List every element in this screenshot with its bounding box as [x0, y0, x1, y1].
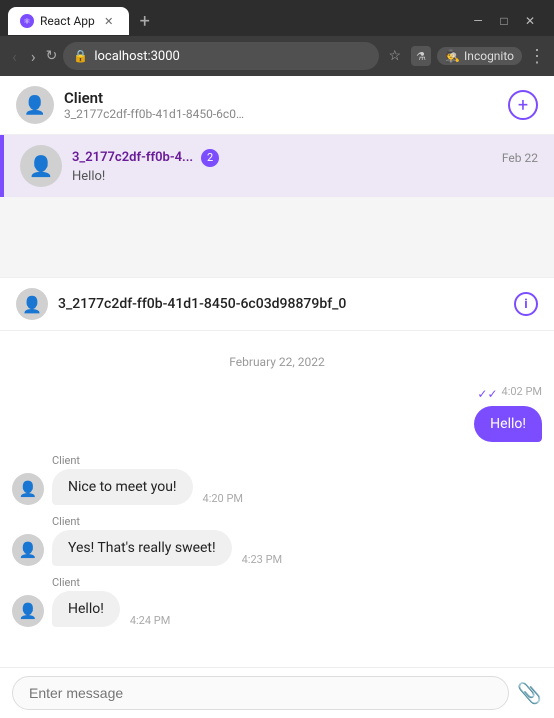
- chat-input-area: 📎: [0, 667, 554, 718]
- maximize-button[interactable]: □: [492, 9, 516, 33]
- chat-avatar-icon: 👤: [22, 295, 42, 314]
- chat-header-title: 3_2177c2df-ff0b-41d1-8450-6c03d98879bf_0: [58, 296, 514, 312]
- incognito-badge: 🕵 Incognito: [437, 47, 522, 65]
- conv-avatar-icon: 👤: [29, 154, 54, 178]
- lock-icon: 🔒: [73, 49, 88, 63]
- address-bar: ‹ › ↻ 🔒 localhost:3000 ☆ ⚗ 🕵 Incognito ⋮: [0, 36, 554, 76]
- conversation-badge: 2: [201, 149, 219, 167]
- url-port: 3000: [151, 49, 180, 64]
- browser-menu-button[interactable]: ⋮: [528, 46, 546, 67]
- date-divider: February 22, 2022: [12, 355, 542, 369]
- app-content: 👤 Client 3_2177c2df-ff0b-41d1-8450-6c03d…: [0, 76, 554, 718]
- chat-header: 👤 3_2177c2df-ff0b-41d1-8450-6c03d98879bf…: [0, 278, 554, 331]
- browser-chrome: ⚛ React App ✕ + — □ ✕ ‹ › ↻ 🔒 localhost:…: [0, 0, 554, 76]
- incoming-block-1: Client Nice to meet you! 4:20 PM: [52, 454, 243, 505]
- attachment-button[interactable]: 📎: [517, 681, 542, 705]
- incognito-label: Incognito: [464, 49, 514, 63]
- incoming-sender-3: Client: [52, 576, 170, 589]
- conversation-info: 3_2177c2df-ff0b-4... 2 Feb 22 Hello!: [72, 149, 538, 184]
- message-input[interactable]: [12, 676, 509, 710]
- ext-icon-1[interactable]: ⚗: [411, 46, 431, 66]
- incoming-avatar-2: 👤: [12, 534, 44, 566]
- url-text: localhost:3000: [94, 49, 180, 64]
- refresh-button[interactable]: ↻: [46, 48, 58, 64]
- sidebar-header: 👤 Client 3_2177c2df-ff0b-41d1-8450-6c03d…: [0, 76, 554, 135]
- outgoing-time: 4:02 PM: [502, 385, 542, 398]
- url-bar[interactable]: 🔒 localhost:3000: [63, 42, 378, 70]
- incoming-avatar-icon-1: 👤: [19, 480, 38, 498]
- tab-title: React App: [40, 14, 95, 28]
- sidebar-header-title: Client: [64, 89, 508, 107]
- tab-bar: ⚛ React App ✕ + — □ ✕: [0, 0, 554, 36]
- read-receipt-icon: ✓✓: [477, 387, 497, 401]
- conversation-top: 3_2177c2df-ff0b-4... 2 Feb 22: [72, 149, 538, 167]
- info-button[interactable]: i: [514, 292, 538, 316]
- avatar-icon: 👤: [24, 95, 46, 116]
- message-incoming-3: 👤 Client Hello! 4:24 PM: [12, 576, 542, 627]
- incoming-bubble-3: Hello!: [52, 591, 120, 627]
- incoming-time-1: 4:20 PM: [203, 492, 243, 505]
- conversation-item[interactable]: 👤 3_2177c2df-ff0b-4... 2 Feb 22 Hello!: [0, 135, 554, 197]
- minimize-button[interactable]: —: [466, 9, 490, 33]
- conversation-date: Feb 22: [502, 151, 538, 165]
- sidebar-header-info: Client 3_2177c2df-ff0b-41d1-8450-6c03d..…: [64, 89, 508, 121]
- message-incoming-2: 👤 Client Yes! That's really sweet! 4:23 …: [12, 515, 542, 566]
- divider-space: [0, 197, 554, 277]
- chat-header-avatar: 👤: [16, 288, 48, 320]
- incoming-avatar-icon-2: 👤: [19, 541, 38, 559]
- incoming-row-2: Yes! That's really sweet! 4:23 PM: [52, 530, 282, 566]
- tab-favicon: ⚛: [20, 14, 34, 28]
- conversation-list: 👤 3_2177c2df-ff0b-4... 2 Feb 22 Hello!: [0, 135, 554, 197]
- bookmark-icon[interactable]: ☆: [389, 48, 402, 64]
- window-controls: — □ ✕: [466, 9, 546, 33]
- new-chat-button[interactable]: +: [508, 90, 538, 120]
- incoming-avatar-icon-3: 👤: [19, 602, 38, 620]
- message-incoming-1: 👤 Client Nice to meet you! 4:20 PM: [12, 454, 542, 505]
- chat-messages: February 22, 2022 ✓✓ 4:02 PM Hello! 👤 Cl…: [0, 331, 554, 667]
- tab-close-button[interactable]: ✕: [101, 13, 117, 29]
- incoming-sender-1: Client: [52, 454, 243, 467]
- incognito-icon: 🕵: [445, 49, 460, 63]
- incoming-block-2: Client Yes! That's really sweet! 4:23 PM: [52, 515, 282, 566]
- incoming-block-3: Client Hello! 4:24 PM: [52, 576, 170, 627]
- incoming-avatar-1: 👤: [12, 473, 44, 505]
- chat-area: 👤 3_2177c2df-ff0b-41d1-8450-6c03d98879bf…: [0, 277, 554, 718]
- conversation-preview: Hello!: [72, 169, 538, 184]
- incoming-bubble-1: Nice to meet you!: [52, 469, 193, 505]
- incoming-time-2: 4:23 PM: [242, 553, 282, 566]
- sidebar-header-avatar: 👤: [16, 86, 54, 124]
- extension-icons: ⚗: [411, 46, 431, 66]
- forward-button[interactable]: ›: [27, 45, 40, 68]
- conversation-name: 3_2177c2df-ff0b-4...: [72, 150, 193, 165]
- sidebar-header-subtitle: 3_2177c2df-ff0b-41d1-8450-6c03d...: [64, 107, 244, 121]
- incoming-sender-2: Client: [52, 515, 282, 528]
- incoming-bubble-2: Yes! That's really sweet!: [52, 530, 232, 566]
- conversation-avatar: 👤: [20, 145, 62, 187]
- message-outgoing: ✓✓ 4:02 PM Hello!: [12, 385, 542, 442]
- active-tab[interactable]: ⚛ React App ✕: [8, 7, 129, 35]
- outgoing-bubble: Hello!: [474, 406, 542, 442]
- close-window-button[interactable]: ✕: [518, 9, 542, 33]
- back-button[interactable]: ‹: [8, 45, 21, 68]
- incoming-avatar-3: 👤: [12, 595, 44, 627]
- incoming-row-1: Nice to meet you! 4:20 PM: [52, 469, 243, 505]
- incoming-time-3: 4:24 PM: [130, 614, 170, 627]
- new-tab-button[interactable]: +: [133, 9, 157, 33]
- incoming-row-3: Hello! 4:24 PM: [52, 591, 170, 627]
- url-host: localhost:: [94, 49, 150, 64]
